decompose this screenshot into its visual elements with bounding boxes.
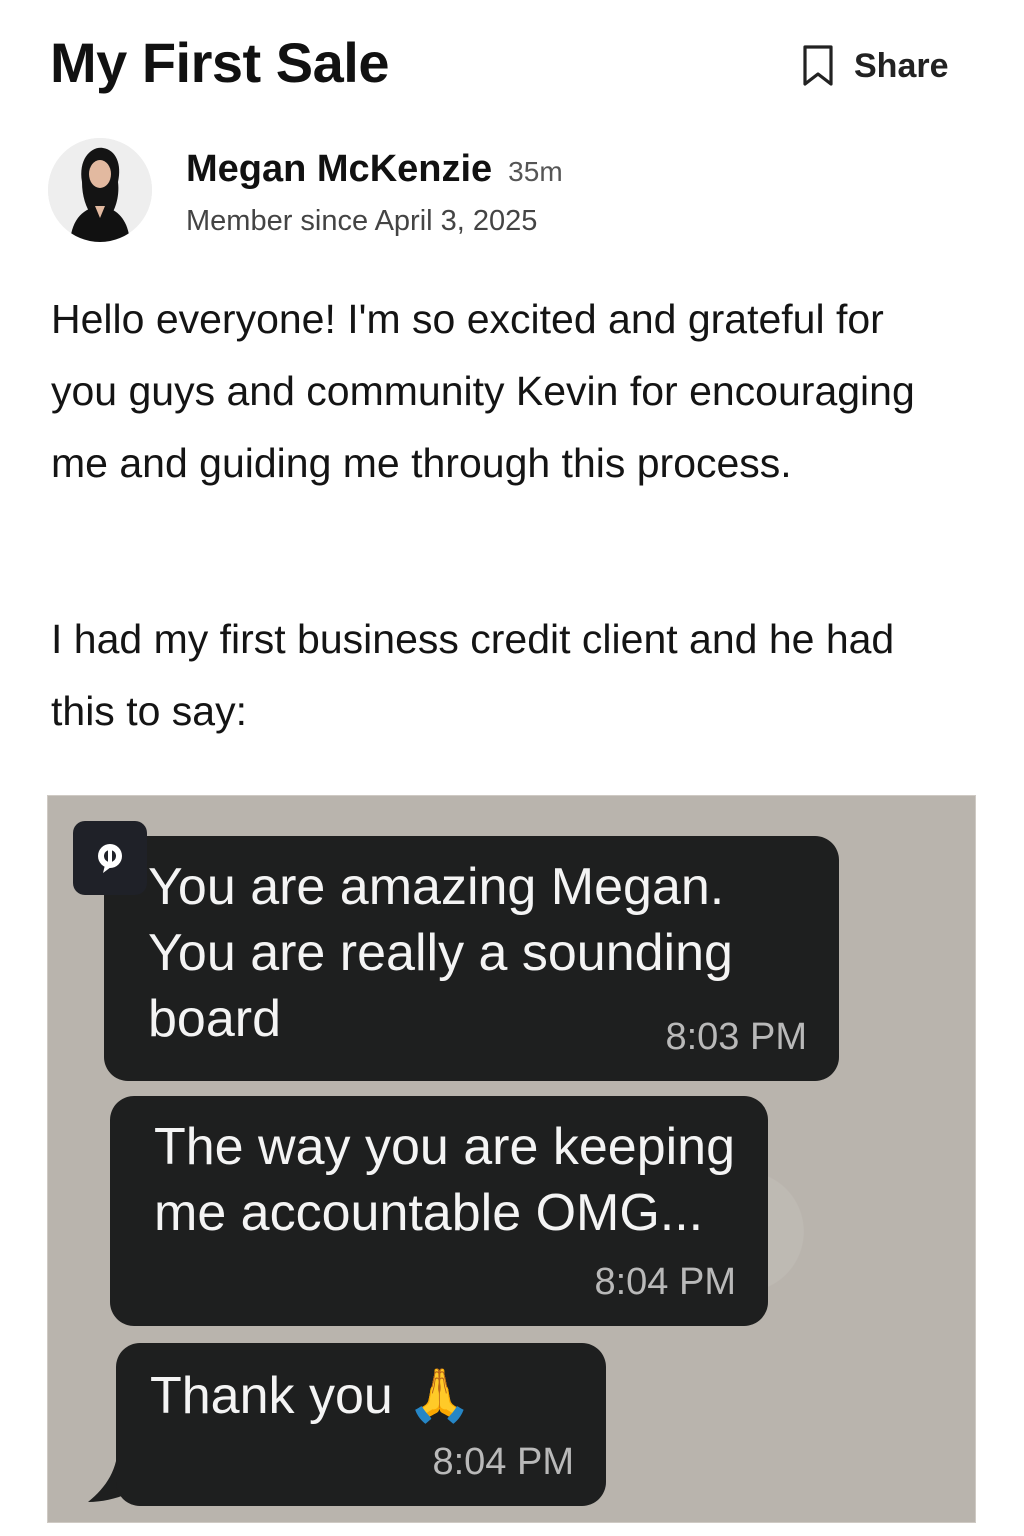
attached-chat-screenshot[interactable]: You are amazing Megan. You are really a … xyxy=(47,795,976,1523)
message-time: 8:03 PM xyxy=(665,1016,807,1058)
share-label: Share xyxy=(854,46,949,85)
post-paragraph: I had my first business credit client an… xyxy=(51,616,895,734)
message-text: Thank you 🙏 xyxy=(150,1367,473,1425)
author-meta: Megan McKenzie 35m Member since April 3,… xyxy=(186,148,563,238)
post-timestamp: 35m xyxy=(508,156,563,187)
post-title: My First Sale xyxy=(50,31,389,94)
post-page: My First Sale Share Megan McKenzie 35m M… xyxy=(0,0,1024,1536)
share-button[interactable]: Share xyxy=(800,44,949,88)
bookmark-icon xyxy=(800,44,836,88)
message-text: The way you are keeping me accountable O… xyxy=(154,1118,736,1242)
chat-bubble: Thank you 🙏 8:04 PM xyxy=(116,1343,606,1506)
message-time: 8:04 PM xyxy=(432,1441,574,1483)
author-block: Megan McKenzie 35m Member since April 3,… xyxy=(48,138,563,242)
chat-bubble: You are amazing Megan. You are really a … xyxy=(104,836,839,1081)
member-since: Member since April 3, 2025 xyxy=(186,205,538,237)
chat-bubble: The way you are keeping me accountable O… xyxy=(110,1096,768,1326)
avatar[interactable] xyxy=(48,138,152,242)
author-name[interactable]: Megan McKenzie xyxy=(186,148,492,191)
post-paragraph: Hello everyone! I'm so excited and grate… xyxy=(51,296,915,486)
author-line: Megan McKenzie 35m xyxy=(186,148,563,191)
message-time: 8:04 PM xyxy=(594,1261,736,1303)
chat-app-icon xyxy=(73,821,147,895)
